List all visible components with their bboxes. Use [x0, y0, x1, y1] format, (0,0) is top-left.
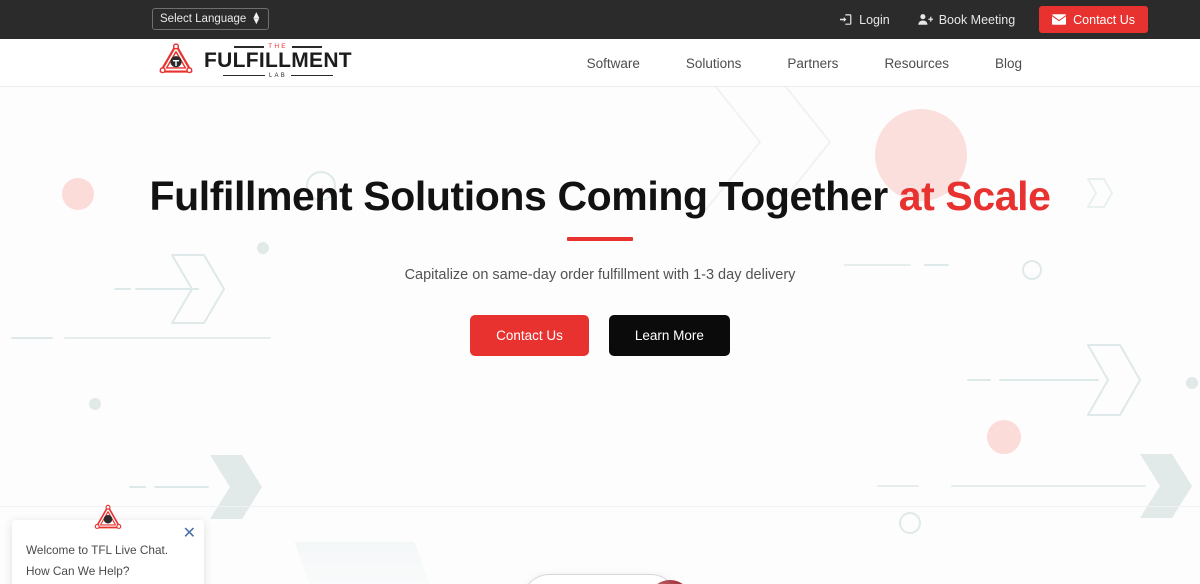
site-header: THE FULFILLMENT LAB Software Solutions P…: [0, 39, 1200, 87]
top-utility-links: Login Book Meeting Contact Us: [826, 0, 1200, 39]
site-logo[interactable]: THE FULFILLMENT LAB: [158, 42, 352, 80]
sign-in-icon: [840, 13, 853, 26]
page-title: Fulfillment Solutions Coming Together at…: [0, 173, 1200, 221]
live-chat-greeting-card: ✕ Welcome to TFL Live Chat. How Can We H…: [12, 504, 204, 584]
hero-title-main: Fulfillment Solutions Coming Together: [149, 173, 899, 219]
top-utility-bar: Select Language ▲ ▼ Login Book Meeting C…: [0, 0, 1200, 39]
watch-video-button[interactable]: WATCH VIDEO: [522, 574, 692, 584]
book-meeting-link[interactable]: Book Meeting: [904, 13, 1029, 27]
video-thumbnail: [647, 579, 692, 584]
main-navigation: Software Solutions Partners Resources Bl…: [564, 39, 1045, 87]
sort-arrows-icon: ▲ ▼: [251, 10, 262, 27]
nav-item-resources[interactable]: Resources: [861, 56, 972, 71]
hero-section: .co { fill:none; stroke:#dfe9e9; stroke-…: [0, 87, 1200, 584]
learn-more-button[interactable]: Learn More: [608, 314, 730, 356]
book-meeting-label: Book Meeting: [938, 12, 1016, 27]
nav-item-blog[interactable]: Blog: [972, 56, 1045, 71]
hero-content: Fulfillment Solutions Coming Together at…: [0, 87, 1200, 356]
decorative-parallelogram: [294, 542, 436, 584]
logo-wordmark: THE FULFILLMENT LAB: [204, 43, 352, 78]
contact-us-button-hero[interactable]: Contact Us: [470, 314, 589, 356]
envelope-icon: [1052, 14, 1067, 25]
hero-title-accent: at Scale: [898, 173, 1051, 219]
user-plus-icon: [918, 13, 933, 26]
nav-item-solutions[interactable]: Solutions: [663, 56, 765, 71]
login-label: Login: [859, 12, 890, 27]
nav-item-partners[interactable]: Partners: [764, 56, 861, 71]
hero-subtitle: Capitalize on same-day order fulfillment…: [404, 266, 796, 283]
chat-avatar: [93, 503, 123, 536]
section-divider: [0, 506, 1200, 507]
hero-cta-group: Contact Us Learn More: [0, 314, 1200, 356]
hero-accent-rule: [567, 236, 633, 241]
contact-us-button-topbar[interactable]: Contact Us: [1039, 6, 1148, 33]
language-selector[interactable]: Select Language ▲ ▼: [152, 8, 270, 30]
nav-item-software[interactable]: Software: [564, 56, 663, 71]
logo-main-text: FULFILLMENT: [204, 49, 352, 73]
close-icon[interactable]: ✕: [183, 526, 196, 542]
language-selector-label: Select Language: [160, 13, 247, 25]
triangle-logo-icon: [158, 42, 194, 80]
login-link[interactable]: Login: [826, 13, 904, 27]
logo-lab-text: LAB: [223, 73, 333, 79]
chat-greeting-message: Welcome to TFL Live Chat. How Can We Hel…: [26, 543, 169, 578]
contact-us-label-topbar: Contact Us: [1073, 12, 1135, 27]
